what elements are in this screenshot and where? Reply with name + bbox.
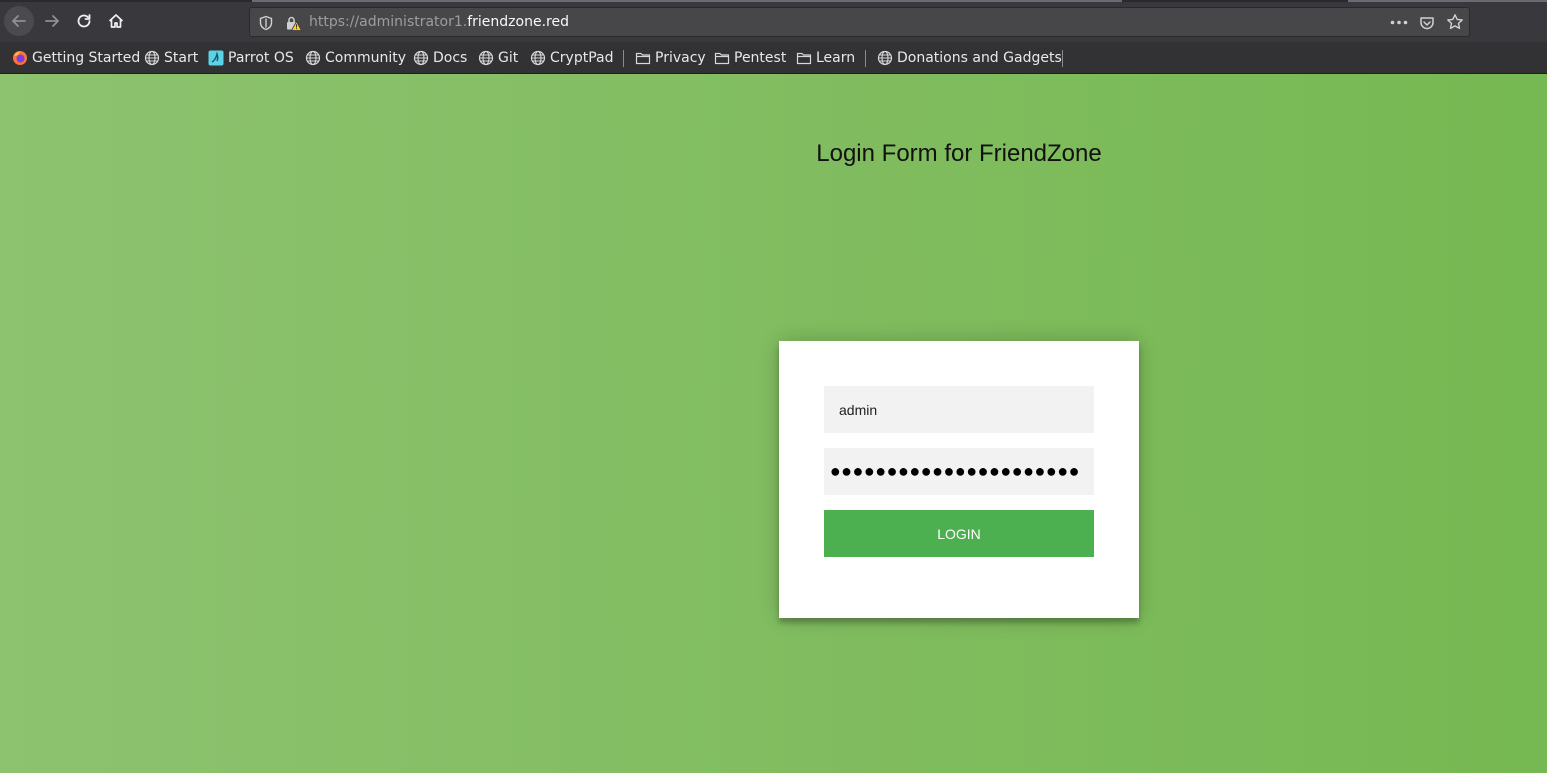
- bookmark-separator: [623, 50, 624, 67]
- browser-toolbar: https://administrator1.friendzone.red: [0, 0, 1547, 42]
- globe-icon: [144, 50, 160, 66]
- page-title: Login Form for FriendZone: [816, 140, 1102, 167]
- bookmark-git[interactable]: Git: [478, 49, 518, 67]
- back-button[interactable]: [4, 6, 34, 36]
- shield-icon[interactable]: [258, 15, 274, 31]
- tab-strip: [0, 0, 1547, 2]
- url-bar[interactable]: https://administrator1.friendzone.red: [249, 7, 1470, 37]
- globe-icon: [305, 50, 321, 66]
- bookmark-separator: [1062, 50, 1063, 67]
- password-mask: ●●●●●●●●●●●●●●●●●●●●●●: [829, 461, 1080, 481]
- bookmark-label: CryptPad: [550, 50, 614, 66]
- pocket-icon[interactable]: [1419, 15, 1435, 31]
- globe-icon: [877, 50, 893, 66]
- url-domain: friendzone.red: [467, 14, 569, 30]
- arrow-right-icon: [45, 15, 59, 27]
- globe-icon: [530, 50, 546, 66]
- bookmark-label: Git: [498, 50, 519, 66]
- more-icon[interactable]: [1390, 20, 1408, 25]
- bookmark-folder-learn[interactable]: Learn: [796, 49, 855, 67]
- bookmark-label: Donations and Gadgets: [897, 50, 1062, 66]
- bookmark-label: Getting Started: [32, 50, 141, 66]
- parrot-icon: [208, 50, 224, 66]
- password-input[interactable]: ●●●●●●●●●●●●●●●●●●●●●●: [824, 448, 1094, 495]
- bookmark-label: Docs: [433, 50, 468, 66]
- url-prefix: https://administrator1.: [309, 14, 468, 30]
- bookmark-label: Parrot OS: [228, 50, 294, 66]
- firefox-icon: [13, 51, 27, 65]
- login-form: ●●●●●●●●●●●●●●●●●●●●●● LOGIN: [779, 341, 1139, 618]
- home-icon: [108, 14, 124, 28]
- bookmark-parrot-os[interactable]: Parrot OS: [208, 49, 294, 67]
- bookmark-label: Start: [164, 50, 199, 66]
- lock-warning-icon[interactable]: [285, 15, 302, 31]
- bookmark-docs[interactable]: Docs: [413, 49, 467, 67]
- folder-icon: [714, 52, 730, 65]
- bookmark-getting-started[interactable]: Getting Started: [12, 49, 140, 67]
- reload-button[interactable]: [69, 6, 99, 36]
- bookmark-label: Community: [325, 50, 407, 66]
- bookmark-cryptpad[interactable]: CryptPad: [530, 49, 613, 67]
- bookmarks-toolbar: Getting Started Start Parrot OS Communit…: [0, 42, 1547, 74]
- globe-icon: [413, 50, 429, 66]
- arrow-left-icon: [12, 15, 26, 27]
- bookmark-community[interactable]: Community: [305, 49, 406, 67]
- bookmark-start[interactable]: Start: [144, 49, 198, 67]
- bookmark-label: Pentest: [734, 50, 787, 66]
- bookmark-folder-pentest[interactable]: Pentest: [714, 49, 786, 67]
- folder-icon: [796, 52, 812, 65]
- bookmark-separator: [865, 50, 866, 67]
- bookmark-label: Privacy: [655, 50, 706, 66]
- bookmark-donations[interactable]: Donations and Gadgets: [877, 49, 1062, 67]
- home-button[interactable]: [101, 6, 131, 36]
- folder-icon: [635, 52, 651, 65]
- login-button[interactable]: LOGIN: [824, 510, 1094, 557]
- bookmark-label: Learn: [816, 50, 856, 66]
- reload-icon: [77, 14, 91, 28]
- username-input[interactable]: [824, 386, 1094, 433]
- forward-button[interactable]: [37, 6, 67, 36]
- globe-icon: [478, 50, 494, 66]
- star-icon[interactable]: [1446, 13, 1464, 31]
- url-text[interactable]: https://administrator1.friendzone.red: [309, 14, 569, 31]
- page-content: Login Form for FriendZone ●●●●●●●●●●●●●●…: [0, 74, 1547, 773]
- bookmark-folder-privacy[interactable]: Privacy: [635, 49, 706, 67]
